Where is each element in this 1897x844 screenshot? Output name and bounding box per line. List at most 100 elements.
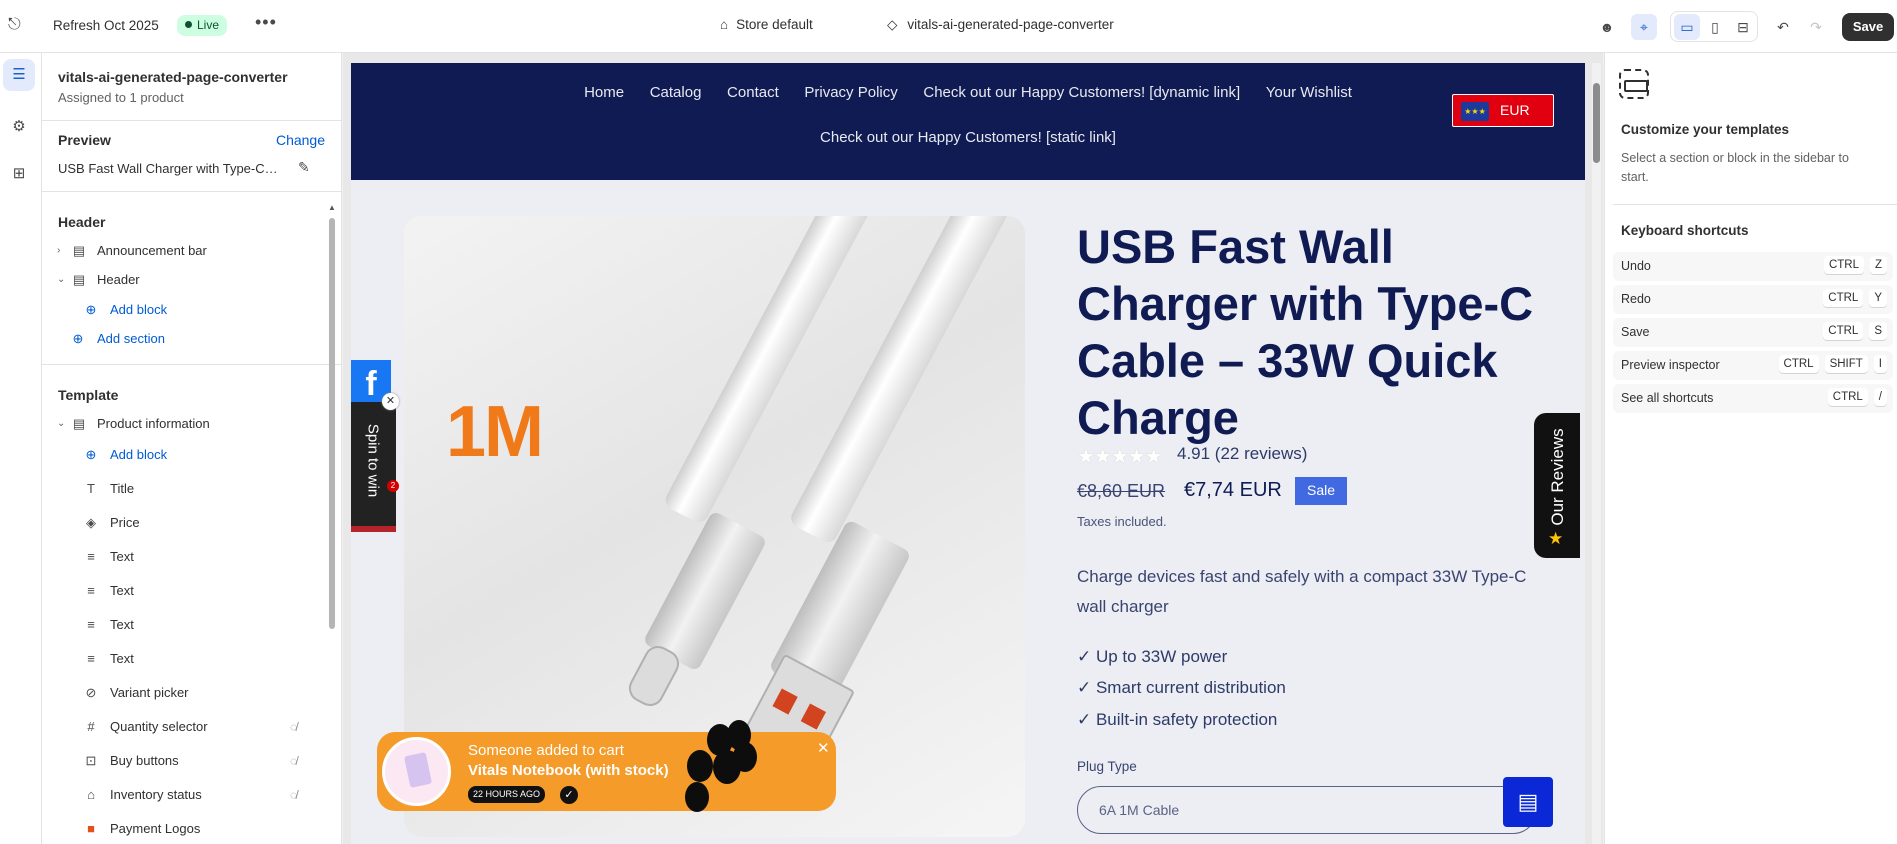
tree-label: Header bbox=[97, 272, 140, 287]
right-panel-title: Customize your templates bbox=[1621, 122, 1790, 137]
tree-label: Quantity selector bbox=[110, 719, 208, 734]
exit-icon[interactable]: ⎋ bbox=[8, 16, 28, 36]
text-lines-icon: ≡ bbox=[87, 583, 95, 598]
redo-icon[interactable]: ↷ bbox=[1803, 14, 1829, 40]
currency-selector[interactable]: ★★★ EUR bbox=[1452, 94, 1554, 127]
store-header: Home Catalog Contact Privacy Policy Chec… bbox=[351, 63, 1585, 180]
tree-item-product-information[interactable]: ⌄ ▤ Product information bbox=[42, 411, 322, 437]
close-icon[interactable]: ✕ bbox=[382, 393, 399, 410]
nav-link-privacy[interactable]: Privacy Policy bbox=[804, 84, 897, 101]
ai-assistant-icon[interactable]: ☻ bbox=[1594, 14, 1620, 40]
page-selector[interactable]: ◇ vitals-ai-generated-page-converter bbox=[887, 17, 1114, 33]
eye-hidden-icon[interactable]: ◌̸ bbox=[290, 714, 297, 740]
inspector-icon[interactable]: ⌖ bbox=[1631, 14, 1657, 40]
reviews-side-tab[interactable]: Our Reviews ★ bbox=[1534, 413, 1580, 558]
tree-item-payment-logos[interactable]: ■ Payment Logos bbox=[42, 816, 322, 842]
tree-item-buy-buttons[interactable]: ⊡ Buy buttons ◌̸ bbox=[42, 748, 322, 774]
shortcut-key: CTRL bbox=[1823, 322, 1864, 340]
live-badge: Live bbox=[177, 15, 228, 36]
edit-pencil-icon[interactable]: ✎ bbox=[298, 159, 310, 176]
preview-scrollbar[interactable] bbox=[1592, 63, 1601, 844]
notification-badge: 2 bbox=[387, 480, 399, 492]
close-icon[interactable]: ✕ bbox=[817, 739, 830, 757]
toast-message: Someone added to cart bbox=[468, 742, 624, 759]
tree-label: Product information bbox=[97, 416, 210, 431]
sections-icon[interactable]: ☰ bbox=[3, 59, 35, 91]
rating-summary[interactable]: 4.91 (22 reviews) bbox=[1177, 444, 1307, 464]
tree-label: Variant picker bbox=[110, 685, 189, 700]
shortcut-key: Y bbox=[1869, 289, 1887, 307]
eye-hidden-icon[interactable]: ◌̸ bbox=[290, 748, 297, 774]
tree-item-text[interactable]: ≡ Text bbox=[42, 578, 322, 604]
nav-link-wishlist[interactable]: Your Wishlist bbox=[1266, 84, 1352, 101]
nav-link-contact[interactable]: Contact bbox=[727, 84, 779, 101]
tree-item-announcement-bar[interactable]: › ▤ Announcement bar bbox=[42, 238, 322, 264]
nav-link-home[interactable]: Home bbox=[584, 84, 624, 101]
apps-icon[interactable]: ⊞ bbox=[3, 158, 35, 190]
tree-label: Title bbox=[110, 481, 135, 496]
save-button[interactable]: Save bbox=[1842, 13, 1894, 41]
tree-item-price[interactable]: ◈ Price bbox=[42, 510, 322, 536]
more-actions-button[interactable]: ••• bbox=[255, 12, 277, 33]
tree-item-inventory-status[interactable]: ⌂ Inventory status ◌̸ bbox=[42, 782, 322, 808]
shortcut-key: I bbox=[1873, 355, 1887, 373]
nav-link-catalog[interactable]: Catalog bbox=[650, 84, 702, 101]
tree-label: Add section bbox=[97, 331, 165, 346]
fullscreen-icon[interactable]: ⊟ bbox=[1730, 14, 1756, 40]
sale-badge: Sale bbox=[1295, 477, 1348, 505]
cart-notification-toast[interactable]: Someone added to cart Vitals Notebook (w… bbox=[377, 720, 836, 812]
balloon-graphic bbox=[733, 742, 757, 772]
spin-to-win-tab[interactable]: Spin to win bbox=[351, 402, 396, 532]
shortcut-row: Redo CTRL Y bbox=[1613, 285, 1893, 314]
chevron-down-icon[interactable]: ⌄ bbox=[57, 267, 65, 293]
shortcut-row: Preview inspector CTRL SHIFT I bbox=[1613, 351, 1893, 380]
desktop-icon[interactable]: ▭ bbox=[1674, 14, 1700, 40]
scroll-up-arrow-icon[interactable]: ▲ bbox=[328, 203, 336, 212]
nav-link-happy-customers-static[interactable]: Check out our Happy Customers! [static l… bbox=[820, 129, 1116, 146]
tree-item-variant-picker[interactable]: ⊘ Variant picker bbox=[42, 680, 322, 706]
store-label: Store default bbox=[736, 17, 813, 32]
preview-product: USB Fast Wall Charger with Type-C Cable … bbox=[58, 161, 278, 176]
change-preview-link[interactable]: Change bbox=[276, 132, 325, 148]
eye-hidden-icon[interactable]: ◌̸ bbox=[290, 782, 297, 808]
shortcut-row: Undo CTRL Z bbox=[1613, 252, 1893, 281]
tree-item-text[interactable]: ≡ Text bbox=[42, 612, 322, 638]
settings-gear-icon[interactable]: ⚙ bbox=[3, 111, 35, 143]
shortcut-row[interactable]: See all shortcuts CTRL / bbox=[1613, 384, 1893, 413]
mobile-icon[interactable]: ▯ bbox=[1702, 14, 1728, 40]
undo-icon[interactable]: ↶ bbox=[1770, 14, 1796, 40]
template-title: vitals-ai-generated-page-converter bbox=[58, 69, 288, 85]
store-selector[interactable]: ⌂ Store default bbox=[720, 17, 813, 32]
add-section-button[interactable]: ⊕ Add section bbox=[42, 326, 322, 352]
shortcut-label: Undo bbox=[1621, 259, 1651, 273]
sidebar-scrollbar[interactable] bbox=[329, 218, 335, 629]
tree-item-title[interactable]: T Title bbox=[42, 476, 322, 502]
usb-pin-graphic bbox=[800, 703, 826, 730]
tree-item-header[interactable]: ⌄ ▤ Header bbox=[42, 267, 322, 293]
tree-item-text[interactable]: ≡ Text bbox=[42, 646, 322, 672]
scroll-thumb[interactable] bbox=[1593, 83, 1600, 163]
tree-item-quantity-selector[interactable]: # Quantity selector ◌̸ bbox=[42, 714, 322, 740]
divider bbox=[42, 191, 341, 192]
chevron-right-icon[interactable]: › bbox=[57, 238, 60, 264]
page-label: vitals-ai-generated-page-converter bbox=[907, 17, 1114, 32]
sale-price: €7,74 EUR bbox=[1184, 479, 1282, 501]
plug-type-option[interactable]: 6A 1M Cable bbox=[1077, 786, 1537, 834]
template-subtitle: Assigned to 1 product bbox=[58, 90, 184, 105]
product-title: USB Fast Wall Charger with Type-C Cable … bbox=[1077, 220, 1534, 444]
text-lines-icon: ≡ bbox=[87, 617, 95, 632]
add-block-button[interactable]: ⊕ Add block bbox=[42, 297, 322, 323]
shortcut-label: Redo bbox=[1621, 292, 1651, 306]
tree-label: Text bbox=[110, 651, 134, 666]
add-block-button[interactable]: ⊕ Add block bbox=[42, 442, 322, 468]
tree-item-text[interactable]: ≡ Text bbox=[42, 544, 322, 570]
text-type-icon: T bbox=[87, 481, 95, 496]
section-icon: ▤ bbox=[72, 416, 86, 431]
chevron-down-icon[interactable]: ⌄ bbox=[57, 411, 65, 437]
tag-icon: ◇ bbox=[887, 17, 898, 32]
toast-time: 22 HOURS AGO bbox=[468, 786, 546, 803]
shortcut-label: Save bbox=[1621, 325, 1650, 339]
tree-label: Add block bbox=[110, 447, 168, 462]
chat-icon[interactable]: ▤ bbox=[1503, 777, 1553, 827]
nav-link-happy-customers-dynamic[interactable]: Check out our Happy Customers! [dynamic … bbox=[923, 84, 1240, 101]
